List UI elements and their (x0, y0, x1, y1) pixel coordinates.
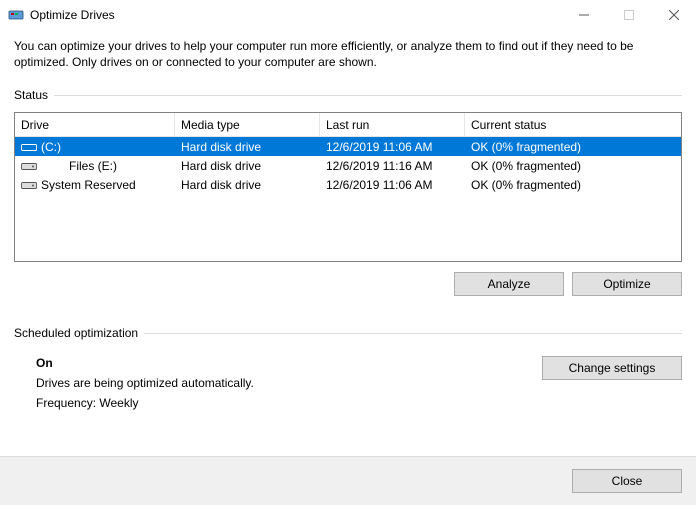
status-label: Status (14, 88, 48, 102)
hdd-icon (21, 160, 37, 172)
cell-status: OK (0% fragmented) (465, 178, 681, 192)
minimize-button[interactable] (561, 0, 606, 30)
col-header-status[interactable]: Current status (465, 113, 681, 136)
intro-text: You can optimize your drives to help you… (14, 38, 682, 70)
cell-drive: Files (E:) (15, 159, 175, 173)
cell-last: 12/6/2019 11:06 AM (320, 178, 465, 192)
cell-drive: System Reserved (15, 178, 175, 192)
cell-status: OK (0% fragmented) (465, 140, 681, 154)
drive-name: (C:) (41, 140, 61, 154)
col-header-media[interactable]: Media type (175, 113, 320, 136)
app-icon (8, 7, 24, 23)
schedule-freq: Frequency: Weekly (36, 396, 542, 410)
col-header-last[interactable]: Last run (320, 113, 465, 136)
table-row[interactable]: System Reserved Hard disk drive12/6/2019 … (15, 175, 681, 194)
status-section-label: Status (14, 88, 682, 102)
optimize-button[interactable]: Optimize (572, 272, 682, 296)
schedule-label: Scheduled optimization (14, 326, 138, 340)
drive-name: Files (E:) (69, 159, 117, 173)
change-settings-button[interactable]: Change settings (542, 356, 682, 380)
cell-last: 12/6/2019 11:16 AM (320, 159, 465, 173)
cell-status: OK (0% fragmented) (465, 159, 681, 173)
close-window-button[interactable] (651, 0, 696, 30)
os-drive-icon (21, 141, 37, 153)
cell-last: 12/6/2019 11:06 AM (320, 140, 465, 154)
cell-media: Hard disk drive (175, 140, 320, 154)
table-row[interactable]: (C:) Hard disk drive12/6/2019 11:06 AMOK … (15, 137, 681, 156)
footer: Close (0, 456, 696, 505)
window-title: Optimize Drives (30, 8, 115, 22)
schedule-on: On (36, 356, 542, 370)
hdd-icon (21, 179, 37, 191)
maximize-button (606, 0, 651, 30)
cell-drive: (C:) (15, 140, 175, 154)
schedule-desc: Drives are being optimized automatically… (36, 376, 542, 390)
schedule-section-label: Scheduled optimization (14, 326, 682, 340)
drives-table: Drive Media type Last run Current status… (14, 112, 682, 262)
cell-media: Hard disk drive (175, 178, 320, 192)
cell-media: Hard disk drive (175, 159, 320, 173)
analyze-button[interactable]: Analyze (454, 272, 564, 296)
table-row[interactable]: Files (E:) Hard disk drive12/6/2019 11:16… (15, 156, 681, 175)
col-header-drive[interactable]: Drive (15, 113, 175, 136)
close-button[interactable]: Close (572, 469, 682, 493)
drive-name: System Reserved (41, 178, 136, 192)
table-header: Drive Media type Last run Current status (15, 113, 681, 137)
titlebar: Optimize Drives (0, 0, 696, 30)
window-controls (561, 0, 696, 30)
